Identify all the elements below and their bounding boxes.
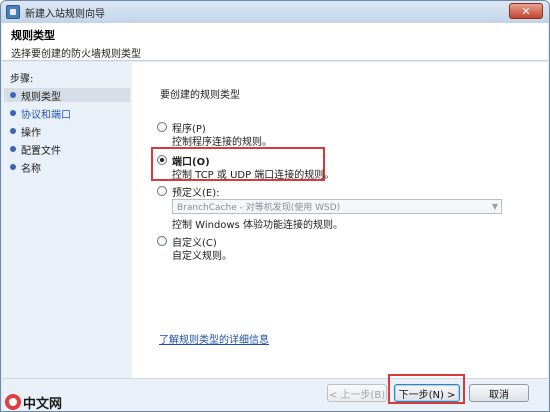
steps-title: 步骤: [10, 74, 34, 85]
option-predefined-desc: 控制 Windows 体验功能连接的规则。 [172, 220, 343, 231]
predefined-select[interactable]: BranchCache - 对等机发现(使用 WSD) ▼ [172, 199, 502, 214]
step-label: 协议和端口 [21, 109, 71, 121]
firewall-app-icon [6, 5, 20, 19]
step-bullet-icon [10, 164, 16, 170]
step-action: 操作 [10, 124, 41, 139]
chevron-down-icon: ▼ [491, 202, 498, 211]
page-subtitle: 选择要创建的防火墙规则类型 [11, 49, 141, 60]
radio-custom[interactable] [157, 236, 167, 246]
step-bullet-icon [10, 128, 16, 134]
radio-program[interactable] [157, 122, 167, 132]
step-label: 规则类型 [21, 91, 61, 103]
back-button[interactable]: < 上一步(B) [327, 384, 387, 402]
step-profile: 配置文件 [10, 142, 61, 157]
watermark: 中文网 [5, 393, 62, 411]
wizard-header: 规则类型 选择要创建的防火墙规则类型 [2, 23, 548, 61]
wizard-footer: < 上一步(B) 下一步(N) > 取消 [2, 374, 548, 411]
radio-port[interactable] [157, 155, 167, 165]
rule-type-prompt: 要创建的规则类型 [160, 90, 240, 101]
step-bullet-icon [10, 92, 16, 98]
step-protocol-port[interactable]: 协议和端口 [10, 106, 71, 121]
content-panel: 要创建的规则类型 程序(P) 控制程序连接的规则。 端口(O) 控制 TCP 或… [132, 62, 548, 378]
title-bar[interactable]: 新建入站规则向导 ✕ [1, 1, 549, 23]
watermark-text: 中文网 [23, 396, 63, 412]
window-title: 新建入站规则向导 [25, 8, 105, 20]
option-predefined-label: 预定义(E): [172, 188, 220, 199]
cancel-button[interactable]: 取消 [469, 384, 529, 402]
steps-panel: 步骤: 规则类型 协议和端口 操作 配置文件 名称 [2, 62, 132, 378]
step-label: 名称 [21, 163, 41, 175]
step-bullet-icon [10, 110, 16, 116]
step-name: 名称 [10, 160, 41, 175]
step-rule-type[interactable]: 规则类型 [4, 88, 130, 103]
next-button[interactable]: 下一步(N) > [394, 384, 460, 402]
radio-predefined[interactable] [157, 186, 167, 196]
step-bullet-icon [10, 146, 16, 152]
close-button[interactable]: ✕ [509, 3, 543, 19]
learn-more-link[interactable]: 了解规则类型的详细信息 [159, 331, 269, 346]
page-title: 规则类型 [11, 29, 55, 42]
option-port-desc: 控制 TCP 或 UDP 端口连接的规则。 [172, 170, 335, 181]
option-program-desc: 控制程序连接的规则。 [172, 137, 272, 148]
step-label: 配置文件 [21, 145, 61, 157]
predefined-select-value: BranchCache - 对等机发现(使用 WSD) [177, 203, 341, 213]
php-logo-icon [5, 394, 21, 410]
step-label: 操作 [21, 127, 41, 139]
option-custom-desc: 自定义规则。 [172, 251, 232, 262]
wizard-window: 新建入站规则向导 ✕ 规则类型 选择要创建的防火墙规则类型 步骤: 规则类型 协… [0, 0, 550, 412]
